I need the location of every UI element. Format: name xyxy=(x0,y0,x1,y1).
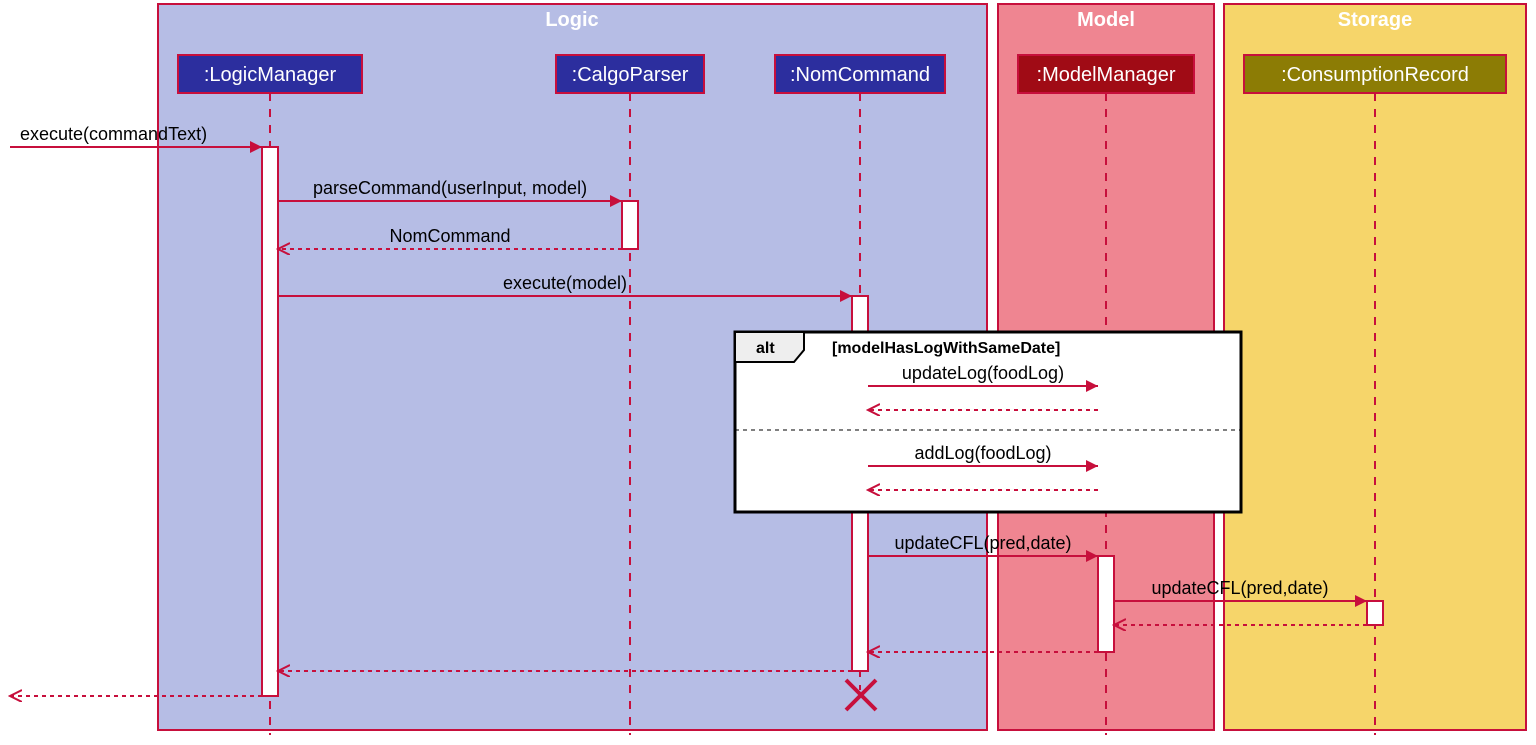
msg-return-nomcommand-label: NomCommand xyxy=(389,226,510,246)
activation-consumption-record xyxy=(1367,601,1383,625)
frame-storage-title: Storage xyxy=(1338,9,1412,31)
msg-update-cfl-2-label: updateCFL(pred,date) xyxy=(1151,578,1328,598)
label-calgo-parser: :CalgoParser xyxy=(572,64,689,86)
msg-update-log-label: updateLog(foodLog) xyxy=(902,363,1064,383)
frame-logic-title: Logic xyxy=(545,9,598,31)
msg-parse-command-label: parseCommand(userInput, model) xyxy=(313,178,587,198)
label-logic-manager: :LogicManager xyxy=(204,64,337,86)
activation-model-manager-updatecfl xyxy=(1098,556,1114,652)
msg-add-log-label: addLog(foodLog) xyxy=(914,443,1051,463)
activation-calgo-parser xyxy=(622,201,638,249)
alt-guard-label: [modelHasLogWithSameDate] xyxy=(832,340,1060,357)
msg-execute-command-label: execute(commandText) xyxy=(20,124,207,144)
msg-execute-model-label: execute(model) xyxy=(503,273,627,293)
label-model-manager: :ModelManager xyxy=(1037,64,1176,86)
label-consumption-record: :ConsumptionRecord xyxy=(1281,64,1469,86)
alt-fragment xyxy=(735,332,1241,512)
frame-model-title: Model xyxy=(1077,9,1135,31)
alt-operator-label: alt xyxy=(756,340,775,357)
sequence-diagram: Logic Model Storage :LogicManager :Calgo… xyxy=(0,0,1536,745)
msg-update-cfl-1-label: updateCFL(pred,date) xyxy=(894,533,1071,553)
activation-logic-manager xyxy=(262,147,278,696)
label-nom-command: :NomCommand xyxy=(790,64,930,86)
